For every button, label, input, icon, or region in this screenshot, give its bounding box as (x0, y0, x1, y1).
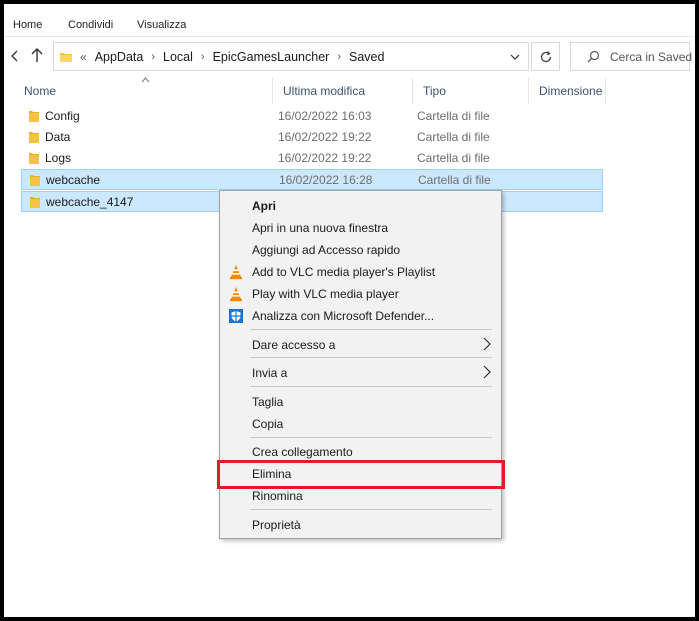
file-row-config[interactable]: Config 16/02/2022 16:03 Cartella di file (21, 106, 603, 127)
column-header-name[interactable]: Nome (14, 78, 273, 104)
navigation-bar: « AppData › Local › EpicGamesLauncher › Sav… (4, 38, 695, 76)
menu-separator (250, 509, 492, 510)
tab-home[interactable]: Home (13, 19, 42, 31)
menu-item-send-to[interactable]: Invia a (220, 362, 501, 384)
recent-locations-chevron-icon[interactable] (11, 50, 21, 64)
menu-item-open[interactable]: Apri (220, 195, 501, 217)
breadcrumb-separator: › (151, 50, 156, 63)
menu-item-label: Proprietà (252, 518, 301, 532)
menu-item-vlc-playlist[interactable]: Add to VLC media player's Playlist (220, 261, 501, 283)
file-type: Cartella di file (417, 151, 490, 165)
vlc-cone-icon (228, 264, 244, 280)
file-name: Data (45, 130, 71, 144)
menu-item-open-new-window[interactable]: Apri in una nuova finestra (220, 217, 501, 239)
menu-item-label: Taglia (252, 395, 284, 409)
up-arrow-icon[interactable] (30, 47, 46, 65)
breadcrumb-local[interactable]: Local › (163, 50, 205, 64)
file-modified: 16/02/2022 19:22 (278, 130, 372, 144)
menu-item-label: Rinomina (252, 489, 303, 503)
menu-item-properties[interactable]: Proprietà (220, 514, 501, 536)
folder-icon (29, 110, 39, 122)
menu-separator (250, 329, 492, 330)
delete-highlight-box (217, 460, 505, 489)
breadcrumb-separator: › (200, 50, 205, 63)
menu-item-label: Apri in una nuova finestra (252, 221, 389, 235)
ribbon-tabs: Home Condividi Visualizza (4, 13, 695, 37)
menu-item-copy[interactable]: Copia (220, 413, 501, 435)
file-name: webcache (46, 173, 101, 187)
menu-item-defender-scan[interactable]: Analizza con Microsoft Defender... (220, 305, 501, 327)
column-headers: Nome Ultima modifica Tipo Dimensione (8, 77, 608, 104)
column-header-modified[interactable]: Ultima modifica (273, 78, 413, 104)
breadcrumb-saved[interactable]: Saved (349, 50, 384, 64)
folder-icon (29, 152, 39, 164)
address-overflow-marker[interactable]: « (80, 50, 87, 64)
folder-icon (29, 131, 39, 143)
chevron-down-icon[interactable] (510, 51, 520, 61)
refresh-button[interactable] (531, 42, 560, 71)
defender-shield-icon (228, 308, 244, 324)
menu-item-label: Invia a (252, 366, 288, 380)
menu-item-label: Copia (252, 417, 284, 431)
menu-item-label: Aggiungi ad Accesso rapido (252, 243, 401, 257)
menu-separator (250, 386, 492, 387)
menu-item-label: Dare accesso a (252, 338, 336, 352)
menu-item-label: Add to VLC media player's Playlist (252, 265, 436, 279)
breadcrumb-appdata[interactable]: AppData › (95, 50, 155, 64)
menu-item-label: Crea collegamento (252, 445, 353, 459)
menu-separator (250, 437, 492, 438)
submenu-chevron-right-icon (483, 337, 493, 353)
file-modified: 16/02/2022 19:22 (278, 151, 372, 165)
file-modified: 16/02/2022 16:03 (278, 109, 372, 123)
menu-separator (250, 357, 492, 358)
menu-item-label: Play with VLC media player (252, 287, 399, 301)
screenshot-frame: Home Condividi Visualizza « AppData › Loc… (0, 0, 699, 621)
vlc-cone-icon (228, 286, 244, 302)
menu-item-vlc-play[interactable]: Play with VLC media player (220, 283, 501, 305)
search-placeholder: Cerca in Saved (610, 49, 693, 64)
column-header-size[interactable]: Dimensione (529, 78, 606, 104)
file-name: webcache_4147 (46, 195, 134, 209)
file-type: Cartella di file (417, 130, 490, 144)
file-row-logs[interactable]: Logs 16/02/2022 19:22 Cartella di file (21, 148, 603, 169)
file-name: Logs (45, 151, 72, 165)
tab-share[interactable]: Condividi (68, 19, 113, 31)
search-box[interactable]: Cerca in Saved (570, 42, 693, 71)
folder-icon (30, 196, 40, 208)
menu-item-give-access[interactable]: Dare accesso a (220, 334, 501, 356)
tab-view[interactable]: Visualizza (137, 19, 186, 31)
column-header-type[interactable]: Tipo (413, 78, 529, 104)
breadcrumb-separator: › (337, 50, 341, 63)
breadcrumb-epicgameslauncher[interactable]: EpicGamesLauncher › (213, 50, 341, 64)
file-row-data[interactable]: Data 16/02/2022 19:22 Cartella di file (21, 127, 603, 148)
file-type: Cartella di file (418, 173, 491, 187)
menu-item-add-quick-access[interactable]: Aggiungi ad Accesso rapido (220, 239, 501, 261)
file-row-webcache[interactable]: webcache 16/02/2022 16:28 Cartella di fi… (21, 169, 603, 190)
folder-icon (30, 174, 40, 186)
menu-item-cut[interactable]: Taglia (220, 391, 501, 413)
refresh-icon (540, 50, 551, 62)
folder-icon (60, 51, 72, 63)
menu-item-label: Analizza con Microsoft Defender... (252, 309, 435, 323)
file-name: Config (45, 109, 80, 123)
address-bar[interactable]: « AppData › Local › EpicGamesLauncher › Sav… (53, 42, 529, 71)
menu-item-label: Apri (252, 199, 276, 213)
search-icon (587, 50, 600, 63)
file-modified: 16/02/2022 16:28 (279, 173, 373, 187)
submenu-chevron-right-icon (483, 365, 493, 381)
file-type: Cartella di file (417, 109, 490, 123)
